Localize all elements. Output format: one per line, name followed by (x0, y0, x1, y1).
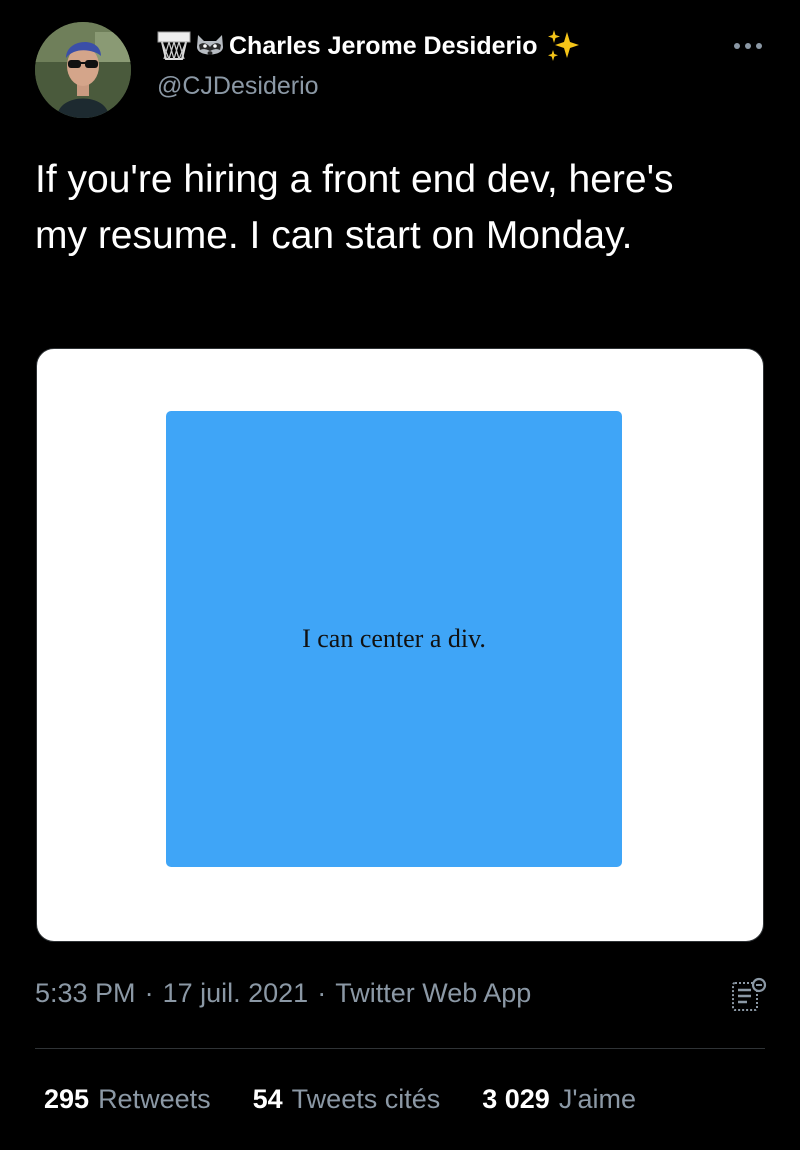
meta-separator: · (317, 978, 327, 1008)
likes-count: 3 029 (482, 1084, 550, 1114)
quote-tweets-count: 54 (252, 1084, 283, 1114)
tweet-image[interactable]: I can center a div. (36, 348, 764, 942)
retweets-stat[interactable]: 295 Retweets (44, 1084, 211, 1115)
tweet-date[interactable]: 17 juil. 2021 (163, 978, 309, 1009)
tweet-source[interactable]: Twitter Web App (335, 978, 531, 1009)
avatar[interactable] (35, 22, 131, 118)
retweets-label: Retweets (98, 1084, 211, 1114)
meta-separator: · (144, 978, 154, 1008)
more-icon (734, 43, 762, 49)
tweet-meta: 5:33 PM · 17 juil. 2021 · Twitter Web Ap… (35, 978, 531, 1009)
raccoon-icon (193, 31, 227, 61)
sparkles-icon (545, 28, 581, 64)
image-caption-text: I can center a div. (302, 624, 486, 653)
user-handle[interactable]: @CJDesiderio (157, 72, 319, 101)
analytics-icon[interactable] (730, 976, 770, 1016)
quote-tweets-stat[interactable]: 54 Tweets cités (253, 1084, 441, 1115)
centered-div-box: I can center a div. (166, 411, 622, 867)
likes-label: J'aime (558, 1084, 636, 1114)
quote-tweets-label: Tweets cités (291, 1084, 441, 1114)
display-name[interactable]: Charles Jerome Desiderio (229, 32, 537, 61)
engagement-stats: 295 Retweets 54 Tweets cités 3 029 J'aim… (44, 1084, 636, 1115)
user-name-row[interactable]: Charles Jerome Desiderio (157, 28, 581, 64)
tweet-text: If you're hiring a front end dev, here's… (35, 158, 674, 257)
tweet-time[interactable]: 5:33 PM (35, 978, 136, 1009)
basketball-hoop-icon (157, 31, 191, 61)
more-options-button[interactable] (730, 38, 766, 54)
likes-stat[interactable]: 3 029 J'aime (482, 1084, 636, 1115)
divider (35, 1048, 765, 1049)
retweets-count: 295 (44, 1084, 90, 1114)
